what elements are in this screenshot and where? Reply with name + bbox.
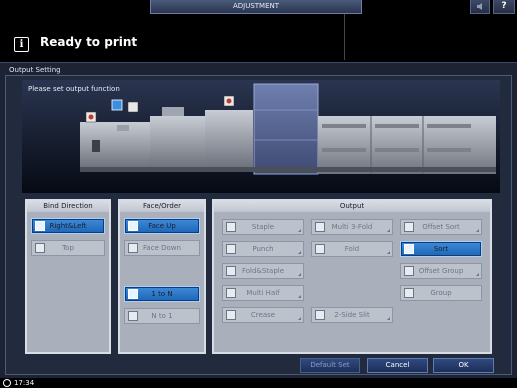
multi-3fold-arrow-icon (387, 229, 390, 232)
fold-staple-label: Fold&Staple (241, 267, 285, 275)
instruction-text: Please set output function (28, 85, 120, 93)
one-to-n-icon (128, 289, 138, 299)
status-area: i Ready to print (0, 14, 345, 60)
right-left-icon (35, 221, 45, 231)
top-bar: ADJUSTMENT ? (0, 0, 517, 14)
fold-staple-icon (226, 266, 236, 276)
group-label: Group (430, 289, 452, 297)
multi-3fold-button[interactable]: Multi 3-Fold (311, 219, 393, 235)
one-to-n-label: 1 to N (151, 290, 173, 298)
fold-icon (315, 244, 325, 254)
output-header: Output (214, 201, 490, 212)
offset-group-icon (404, 266, 414, 276)
n-to-one-icon (128, 311, 138, 321)
right-left-button[interactable]: Right&Left (31, 218, 105, 234)
multi-3fold-icon (315, 222, 325, 232)
crease-label: Crease (250, 311, 276, 319)
staple-arrow-icon (298, 229, 301, 232)
face-up-label: Face Up (148, 222, 176, 230)
group-icon (404, 288, 414, 298)
top-label: Top (62, 244, 74, 252)
punch-label: Punch (252, 245, 274, 253)
face-up-button[interactable]: Face Up (124, 218, 200, 234)
face-order-header: Face/Order (120, 201, 204, 212)
face-down-label: Face Down (143, 244, 181, 252)
crease-arrow-icon (298, 317, 301, 320)
crease-icon (226, 310, 236, 320)
multi-half-icon (226, 288, 236, 298)
sort-icon (404, 244, 414, 254)
machine-illustration (22, 80, 500, 193)
volume-button[interactable] (470, 0, 490, 14)
offset-group-arrow-icon (476, 273, 479, 276)
fold-button[interactable]: Fold (311, 241, 393, 257)
fold-label: Fold (344, 245, 360, 253)
cancel-button[interactable]: Cancel (367, 358, 428, 373)
side-slit-label: 2-Side Slit (334, 311, 370, 319)
multi-half-arrow-icon (298, 295, 301, 298)
side-slit-button[interactable]: 2-Side Slit (311, 307, 393, 323)
multi-half-label: Multi Half (246, 289, 280, 297)
punch-icon (226, 244, 236, 254)
help-button[interactable]: ? (493, 0, 515, 14)
default-set-button[interactable]: Default Set (300, 358, 360, 373)
offset-sort-arrow-icon (476, 229, 479, 232)
right-left-label: Right&Left (49, 222, 87, 230)
one-to-n-button[interactable]: 1 to N (124, 286, 200, 302)
fold-arrow-icon (387, 251, 390, 254)
highlighted-unit (253, 83, 319, 175)
speaker-icon (477, 3, 482, 10)
group-button[interactable]: Group (400, 285, 482, 301)
face-down-button[interactable]: Face Down (124, 240, 200, 256)
staple-button[interactable]: Staple (222, 219, 304, 235)
n-to-one-label: N to 1 (151, 312, 173, 320)
side-slit-icon (315, 310, 325, 320)
sort-label: Sort (433, 245, 449, 253)
output-group: Output Staple Multi 3-Fold Offset Sort P… (212, 199, 492, 354)
bind-direction-header: Bind Direction (27, 201, 109, 212)
face-order-group: Face/Order Face Up Face Down 1 to N N to… (118, 199, 206, 354)
offset-group-button[interactable]: Offset Group (400, 263, 482, 279)
multi-half-button[interactable]: Multi Half (222, 285, 304, 301)
status-message: Ready to print (40, 35, 138, 49)
bind-direction-group: Bind Direction Right&Left Top (25, 199, 111, 354)
staple-label: Staple (251, 223, 275, 231)
footer-bar: 17:34 (0, 378, 517, 388)
ok-button[interactable]: OK (433, 358, 494, 373)
offset-sort-label: Offset Sort (422, 223, 460, 231)
fold-staple-arrow-icon (298, 273, 301, 276)
status-side-area (346, 14, 517, 60)
top-button[interactable]: Top (31, 240, 105, 256)
adjustment-tab[interactable]: ADJUSTMENT (150, 0, 362, 14)
punch-arrow-icon (298, 251, 301, 254)
clock-time: 17:34 (14, 379, 35, 387)
staple-icon (226, 222, 236, 232)
offset-sort-icon (404, 222, 414, 232)
fold-staple-button[interactable]: Fold&Staple (222, 263, 304, 279)
info-icon: i (14, 37, 29, 52)
multi-3fold-label: Multi 3-Fold (331, 223, 373, 231)
face-down-icon (128, 243, 138, 253)
side-slit-arrow-icon (387, 317, 390, 320)
offset-group-label: Offset Group (418, 267, 464, 275)
face-up-icon (128, 221, 138, 231)
offset-sort-button[interactable]: Offset Sort (400, 219, 482, 235)
n-to-one-button[interactable]: N to 1 (124, 308, 200, 324)
main-body (318, 116, 496, 174)
punch-button[interactable]: Punch (222, 241, 304, 257)
clock-icon (3, 379, 11, 387)
sort-button[interactable]: Sort (400, 241, 482, 257)
crease-button[interactable]: Crease (222, 307, 304, 323)
panel-title: Output Setting (9, 66, 61, 74)
top-icon (35, 243, 45, 253)
